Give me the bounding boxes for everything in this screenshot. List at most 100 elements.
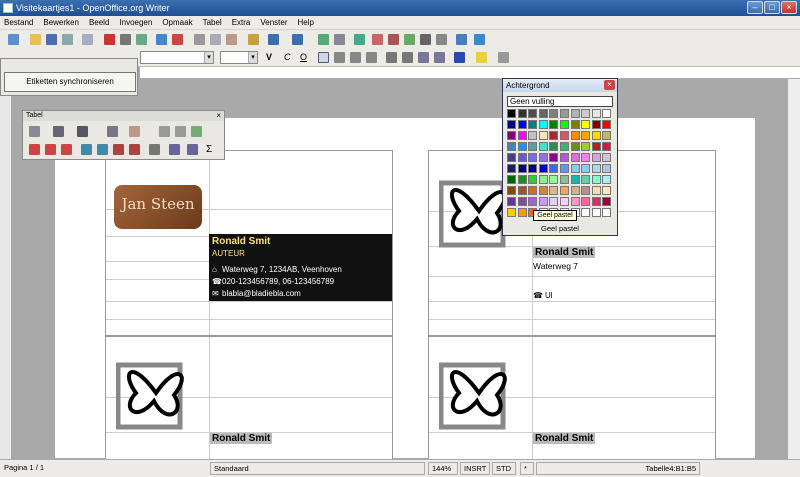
color-swatch[interactable]	[549, 120, 559, 129]
color-swatch[interactable]	[549, 142, 559, 151]
maximize-button[interactable]: □	[764, 1, 780, 14]
color-swatch[interactable]	[507, 186, 516, 195]
color-swatch[interactable]	[591, 175, 601, 184]
redo-icon[interactable]	[292, 34, 303, 45]
align-center-icon[interactable]	[334, 52, 345, 63]
color-swatch[interactable]	[549, 164, 559, 173]
insert-row-icon[interactable]	[81, 144, 92, 155]
justify-icon[interactable]	[366, 52, 377, 63]
edit-file-icon[interactable]	[82, 34, 93, 45]
font-color-icon[interactable]	[454, 52, 465, 63]
paste-icon[interactable]	[226, 34, 237, 45]
insert-column-icon[interactable]	[97, 144, 108, 155]
color-swatch[interactable]	[560, 175, 569, 184]
color-swatch[interactable]	[538, 186, 548, 195]
color-swatch[interactable]	[591, 197, 601, 206]
color-swatch[interactable]	[517, 164, 527, 173]
color-swatch[interactable]	[570, 120, 580, 129]
menu-invoegen[interactable]: Invoegen	[119, 16, 152, 29]
draw-functions-icon[interactable]	[354, 34, 365, 45]
color-swatch[interactable]	[581, 186, 591, 195]
color-swatch[interactable]	[517, 131, 527, 140]
document-page[interactable]: Jan Steen Ronald Smit AUTEUR ⌂ Waterweg …	[55, 118, 755, 466]
color-swatch[interactable]	[581, 208, 591, 217]
delete-column-icon[interactable]	[129, 144, 140, 155]
merge-cells-icon[interactable]	[159, 126, 170, 137]
color-swatch[interactable]	[517, 153, 527, 162]
color-swatch[interactable]	[591, 109, 601, 118]
zoom-icon[interactable]	[456, 34, 467, 45]
color-swatch[interactable]	[528, 197, 538, 206]
color-swatch[interactable]	[591, 186, 601, 195]
color-swatch[interactable]	[538, 175, 548, 184]
hyperlink-icon[interactable]	[318, 34, 329, 45]
color-swatch[interactable]	[517, 208, 527, 217]
color-swatch[interactable]	[528, 109, 538, 118]
navigator-icon[interactable]	[372, 34, 383, 45]
color-swatch[interactable]	[602, 131, 612, 140]
color-swatch[interactable]	[570, 153, 580, 162]
nonprinting-chars-icon[interactable]	[420, 34, 431, 45]
color-swatch[interactable]	[560, 186, 569, 195]
print-icon[interactable]	[120, 34, 131, 45]
color-swatch[interactable]	[538, 197, 548, 206]
horizontal-ruler[interactable]	[140, 67, 800, 79]
decrease-indent-icon[interactable]	[418, 52, 429, 63]
color-swatch[interactable]	[581, 164, 591, 173]
color-swatch[interactable]	[560, 120, 569, 129]
color-swatch[interactable]	[602, 120, 612, 129]
color-swatch[interactable]	[528, 120, 538, 129]
color-swatch[interactable]	[507, 164, 516, 173]
business-card-4[interactable]: Ronald Smit	[428, 336, 716, 466]
background-color-icon[interactable]	[498, 52, 509, 63]
color-swatch[interactable]	[538, 142, 548, 151]
color-swatch[interactable]	[602, 109, 612, 118]
menu-venster[interactable]: Venster	[260, 16, 287, 29]
color-swatch[interactable]	[602, 175, 612, 184]
align-right-icon[interactable]	[350, 52, 361, 63]
color-swatch[interactable]	[581, 131, 591, 140]
color-swatch[interactable]	[591, 120, 601, 129]
help-icon[interactable]	[474, 34, 485, 45]
business-card-3[interactable]: Ronald Smit	[105, 336, 393, 466]
color-swatch[interactable]	[591, 142, 601, 151]
menu-tabel[interactable]: Tabel	[203, 16, 222, 29]
color-swatch[interactable]	[528, 164, 538, 173]
color-swatch[interactable]	[528, 175, 538, 184]
color-swatch[interactable]	[602, 186, 612, 195]
selection-mode[interactable]: STD	[492, 462, 516, 475]
color-swatch[interactable]	[528, 153, 538, 162]
color-swatch[interactable]	[591, 131, 601, 140]
color-swatch[interactable]	[517, 142, 527, 151]
color-swatch[interactable]	[517, 197, 527, 206]
table-icon[interactable]	[334, 34, 345, 45]
print-preview-icon[interactable]	[136, 34, 147, 45]
color-swatch[interactable]	[581, 175, 591, 184]
close-icon[interactable]: ×	[604, 80, 615, 90]
align-bottom-icon[interactable]	[61, 144, 72, 155]
table-background-icon[interactable]	[129, 126, 140, 137]
color-swatch[interactable]	[538, 131, 548, 140]
color-swatch[interactable]	[549, 197, 559, 206]
color-swatch[interactable]	[581, 197, 591, 206]
menu-bewerken[interactable]: Bewerken	[43, 16, 79, 29]
color-swatch[interactable]	[549, 109, 559, 118]
save-icon[interactable]	[46, 34, 57, 45]
menu-opmaak[interactable]: Opmaak	[162, 16, 192, 29]
color-swatch[interactable]	[507, 175, 516, 184]
font-size-combo[interactable]: ▾	[220, 51, 258, 64]
color-swatch[interactable]	[549, 153, 559, 162]
sum-icon[interactable]: Σ	[206, 144, 212, 155]
color-swatch[interactable]	[507, 109, 516, 118]
color-swatch[interactable]	[538, 109, 548, 118]
format-paintbrush-icon[interactable]	[248, 34, 259, 45]
color-swatch[interactable]	[570, 175, 580, 184]
paragraph-style-combo[interactable]: ▾	[140, 51, 214, 64]
color-swatch[interactable]	[528, 186, 538, 195]
color-swatch[interactable]	[602, 153, 612, 162]
color-swatch[interactable]	[549, 186, 559, 195]
color-swatch[interactable]	[507, 142, 516, 151]
color-swatch[interactable]	[570, 197, 580, 206]
color-swatch[interactable]	[591, 153, 601, 162]
page-style[interactable]: Standaard	[210, 462, 425, 475]
